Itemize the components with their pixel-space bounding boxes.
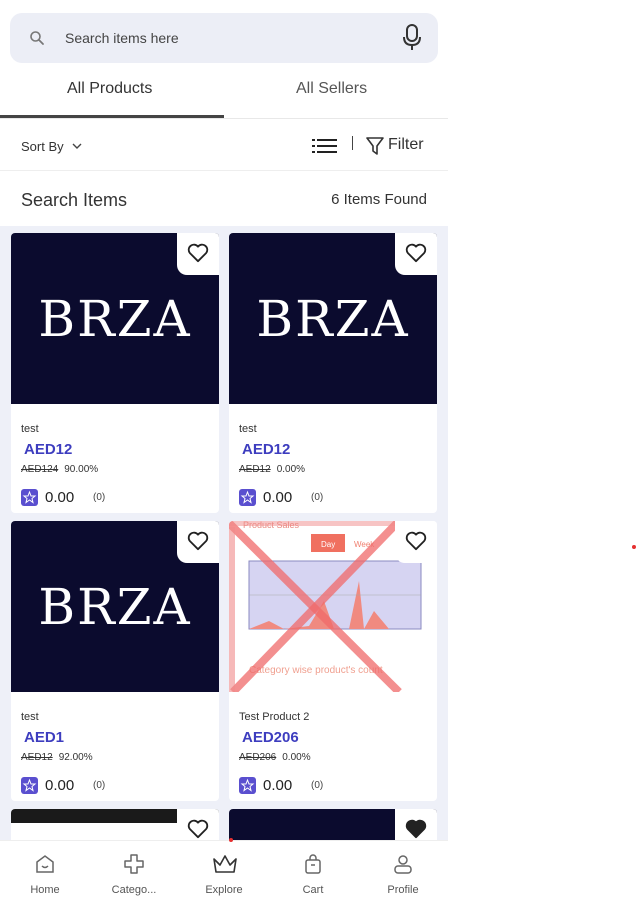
heart-icon	[187, 243, 209, 263]
product-grid: BRZA test AED12 AED124 90.00% 0.00 (0) BR…	[0, 226, 448, 840]
toolbar-divider	[352, 136, 353, 150]
original-price: AED12	[239, 464, 271, 475]
cart-icon	[305, 854, 321, 874]
image-caption: Category wise product's count	[249, 665, 383, 676]
results-header: Search Items 6 Items Found	[0, 172, 448, 227]
nav-label: Profile	[387, 884, 419, 896]
product-card[interactable]: BRZA test AED12 AED12 0.00% 0.00 (0)	[229, 233, 437, 513]
product-price: AED1	[24, 729, 65, 746]
mic-icon[interactable]	[402, 24, 422, 52]
chevron-down-icon[interactable]	[72, 142, 82, 150]
original-price: AED206	[239, 752, 277, 763]
review-count: (0)	[93, 780, 106, 791]
product-name: test	[21, 711, 39, 723]
favorite-button[interactable]	[395, 809, 437, 840]
funnel-icon[interactable]	[366, 136, 384, 156]
list-view-icon[interactable]	[312, 137, 338, 155]
review-count: (0)	[93, 492, 106, 503]
product-seller-tabs: All Products All Sellers	[0, 70, 448, 119]
heart-icon	[187, 819, 209, 839]
star-icon	[239, 777, 256, 794]
heart-filled-icon	[405, 819, 427, 839]
product-price: AED206	[242, 729, 299, 746]
rating-value: 0.00	[45, 777, 75, 794]
tab-all-sellers[interactable]: All Sellers	[296, 80, 367, 98]
search-input[interactable]: Search items here	[65, 30, 179, 46]
search-icon	[30, 31, 44, 45]
product-price: AED12	[24, 441, 73, 458]
favorite-button[interactable]	[177, 521, 219, 563]
categories-icon	[124, 854, 144, 874]
profile-icon	[394, 855, 412, 874]
discount-percent: 90.00%	[64, 464, 99, 475]
image-edge	[229, 527, 235, 692]
nav-label: Cart	[302, 884, 324, 896]
nav-home[interactable]: Home	[0, 841, 90, 900]
favorite-button[interactable]	[177, 233, 219, 275]
heart-icon	[405, 531, 427, 551]
product-card[interactable]: BRZA test AED12 AED124 90.00% 0.00 (0)	[11, 233, 219, 513]
results-title: Search Items	[21, 190, 128, 210]
favorite-button[interactable]	[395, 521, 437, 563]
rating-value: 0.00	[45, 489, 75, 506]
tap-marker	[632, 545, 636, 549]
product-price: AED12	[242, 441, 291, 458]
price-details: AED12 0.00%	[239, 464, 305, 475]
results-count: 6 Items Found	[331, 191, 427, 208]
discount-percent: 0.00%	[276, 464, 306, 475]
nav-label: Home	[30, 884, 60, 896]
star-icon	[21, 777, 38, 794]
rating-value: 0.00	[263, 489, 293, 506]
nav-label: Explore	[205, 884, 243, 896]
heart-icon	[187, 531, 209, 551]
sort-by-button[interactable]: Sort By	[21, 139, 64, 154]
discount-percent: 92.00%	[58, 752, 93, 763]
nav-label: Catego...	[111, 884, 157, 896]
image-day-label: Day	[321, 540, 335, 549]
nav-categories[interactable]: Catego...	[89, 841, 179, 900]
price-details: AED124 90.00%	[21, 464, 98, 475]
product-name: test	[239, 423, 257, 435]
product-name: test	[21, 423, 39, 435]
original-price: AED124	[21, 464, 59, 475]
search-bar[interactable]: Search items here	[10, 13, 438, 63]
star-icon	[239, 489, 256, 506]
home-icon	[36, 855, 54, 873]
original-price: AED12	[21, 752, 53, 763]
star-icon	[21, 489, 38, 506]
product-image: BRZA	[11, 521, 219, 692]
product-card[interactable]: Product Sales Day Week Category wise pro…	[229, 521, 437, 801]
image-edge	[229, 521, 397, 526]
tap-marker	[229, 838, 233, 842]
crown-icon	[213, 855, 237, 873]
product-image: BRZA	[11, 233, 219, 404]
app-screen: Search items here All Products All Selle…	[0, 0, 448, 900]
price-details: AED206 0.00%	[239, 752, 311, 763]
favorite-button[interactable]	[395, 233, 437, 275]
product-card[interactable]	[229, 809, 437, 840]
product-card[interactable]	[11, 809, 219, 840]
nav-profile[interactable]: Profile	[358, 841, 448, 900]
nav-cart[interactable]: Cart	[268, 841, 358, 900]
price-details: AED12 92.00%	[21, 752, 93, 763]
discount-percent: 0.00%	[282, 752, 311, 763]
product-image: BRZA	[229, 233, 437, 404]
nav-explore[interactable]: Explore	[179, 841, 269, 900]
active-tab-indicator	[0, 115, 224, 118]
tab-all-products[interactable]: All Products	[67, 80, 152, 98]
product-card[interactable]: BRZA test AED1 AED12 92.00% 0.00 (0)	[11, 521, 219, 801]
review-count: (0)	[311, 780, 324, 791]
review-count: (0)	[311, 492, 324, 503]
product-name: Test Product 2	[239, 711, 310, 723]
sort-filter-toolbar: Sort By Filter	[0, 122, 448, 171]
rating-value: 0.00	[263, 777, 293, 794]
product-image: Product Sales Day Week Category wise pro…	[229, 521, 437, 692]
bottom-navigation: Home Catego... Explore Cart Profile	[0, 840, 448, 900]
heart-icon	[405, 243, 427, 263]
favorite-button[interactable]	[177, 809, 219, 840]
filter-button[interactable]: Filter	[388, 136, 424, 154]
